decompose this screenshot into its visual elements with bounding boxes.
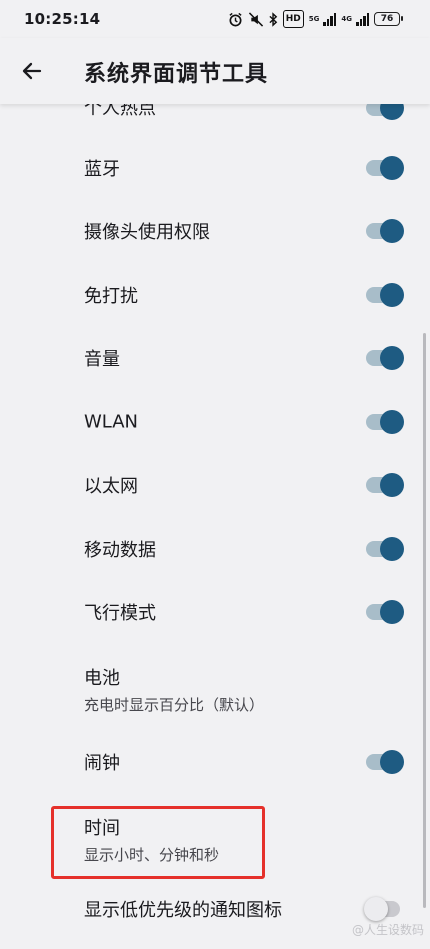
- low-priority-toggle[interactable]: [364, 897, 404, 922]
- item-summary: 充电时显示百分比（默认）: [84, 696, 265, 714]
- alarm-icon: [228, 11, 243, 27]
- volume-toggle[interactable]: [366, 346, 404, 371]
- alarm-toggle[interactable]: [366, 749, 404, 774]
- page-title: 系统界面调节工具: [84, 62, 269, 87]
- signal-1-icon: [323, 12, 337, 26]
- item-label: 显示低优先级的通知图标: [84, 900, 282, 922]
- item-label: 电池: [84, 668, 120, 689]
- hd-badge: HD: [282, 10, 304, 28]
- item-label: WLAN: [84, 411, 139, 433]
- battery-icon: 76: [374, 12, 403, 26]
- network-type-2: 4G: [341, 14, 352, 23]
- camera-toggle[interactable]: [366, 219, 404, 244]
- mute-icon: [248, 11, 264, 27]
- ethernet-toggle[interactable]: [366, 473, 404, 498]
- bluetooth-toggle[interactable]: [366, 155, 404, 180]
- arrow-left-icon: [22, 62, 42, 80]
- list-item-battery[interactable]: 电池 充电时显示百分比（默认）: [0, 644, 430, 730]
- list-item-mobile-data[interactable]: 移动数据: [0, 517, 430, 581]
- list-item-dnd[interactable]: 免打扰: [0, 263, 430, 327]
- bluetooth-icon: [269, 11, 278, 27]
- list-item-bluetooth[interactable]: 蓝牙: [0, 136, 430, 200]
- list-item-ethernet[interactable]: 以太网: [0, 454, 430, 518]
- dnd-toggle[interactable]: [366, 282, 404, 307]
- network-type-1: 5G: [308, 14, 320, 23]
- signal-2-icon: [356, 12, 369, 26]
- scrollbar[interactable]: [423, 333, 426, 908]
- mobile-data-toggle[interactable]: [366, 536, 404, 561]
- highlight-annotation: [51, 806, 265, 879]
- list-item-wlan[interactable]: WLAN: [0, 390, 430, 454]
- item-label: 音量: [84, 349, 120, 371]
- back-button[interactable]: [12, 51, 52, 91]
- status-icons: HD 5G 4G 76: [228, 10, 403, 28]
- wlan-toggle[interactable]: [366, 409, 404, 434]
- watermark: @人生设数码: [351, 923, 424, 937]
- item-label: 移动数据: [84, 539, 156, 561]
- item-label: 免打扰: [84, 285, 138, 307]
- status-bar: 10:25:14 HD 5G 4G 76: [0, 0, 430, 38]
- item-label: 蓝牙: [84, 158, 120, 180]
- list-item-airplane[interactable]: 飞行模式: [0, 581, 430, 645]
- item-label: 以太网: [84, 476, 138, 498]
- list-item-camera[interactable]: 摄像头使用权限: [0, 200, 430, 264]
- list-item-alarm[interactable]: 闹钟: [0, 730, 430, 794]
- item-label: 飞行模式: [84, 603, 156, 625]
- item-label: 闹钟: [84, 752, 120, 774]
- list-item-volume[interactable]: 音量: [0, 327, 430, 391]
- app-bar: 系统界面调节工具: [0, 38, 430, 104]
- item-label: 摄像头使用权限: [84, 222, 210, 244]
- status-time: 10:25:14: [24, 10, 101, 28]
- airplane-toggle[interactable]: [366, 600, 404, 625]
